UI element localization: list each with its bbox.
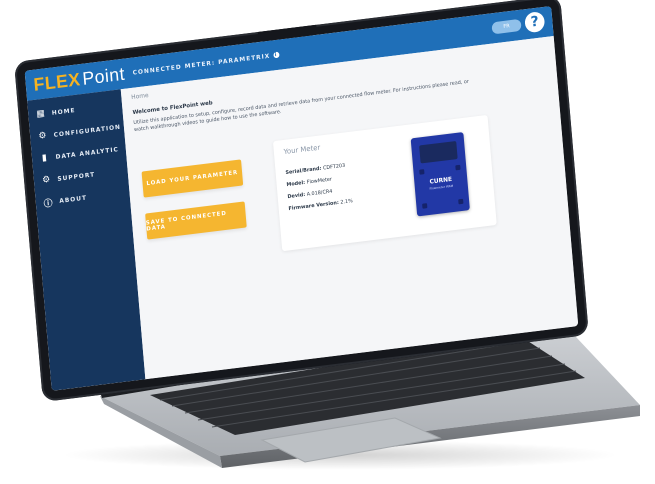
language-toggle[interactable]: FR bbox=[491, 18, 522, 35]
meter-firmware-value: 2.1% bbox=[340, 198, 354, 206]
logo-point-text: Point bbox=[81, 63, 126, 89]
sidebar-item-label: CONFIGURATION bbox=[53, 123, 122, 139]
laptop-lid: FLEXPoint CONNECTED METER: PARAMETRIX i … bbox=[14, 0, 589, 403]
breadcrumb[interactable]: Home bbox=[131, 92, 149, 101]
sidebar-item-label: ABOUT bbox=[59, 194, 88, 205]
home-icon: ▦ bbox=[36, 108, 47, 120]
save-connected-data-button[interactable]: SAVE TO CONNECTED DATA bbox=[145, 201, 247, 240]
app-window: FLEXPoint CONNECTED METER: PARAMETRIX i … bbox=[24, 6, 579, 391]
load-parameter-button[interactable]: LOAD YOUR PARAMETER bbox=[141, 159, 244, 198]
meter-model-label: Model: bbox=[286, 179, 306, 189]
meter-devid-label: Devid: bbox=[287, 191, 306, 201]
sidebar-item-label: HOME bbox=[51, 106, 76, 117]
help-icon[interactable]: ? bbox=[524, 10, 546, 34]
meter-devid: Devid: A.018/CR4 bbox=[287, 189, 332, 201]
meter-serial-value: CDFT203 bbox=[322, 162, 346, 172]
device-display bbox=[419, 140, 458, 164]
sidebar-item-label: DATA ANALYTIC bbox=[55, 145, 120, 161]
meter-model-value: FlowMeter bbox=[306, 176, 333, 186]
support-icon: ⚙ bbox=[41, 174, 52, 186]
meter-serial: Serial/Brand: CDFT203 bbox=[285, 163, 345, 176]
meter-devid-value: A.018/CR4 bbox=[306, 188, 333, 198]
chart-icon: ▮ bbox=[41, 152, 49, 164]
meter-firmware: Firmware Version: 2.1% bbox=[288, 198, 353, 212]
meter-device-image: CURNE Flowmeter WAM bbox=[410, 132, 470, 217]
meter-card-title: Your Meter bbox=[283, 143, 321, 157]
main-content: Home Welcome to FlexPoint web Utilize th… bbox=[120, 36, 579, 380]
gear-icon: ⚙ bbox=[38, 130, 48, 142]
laptop-scene: FLEXPoint CONNECTED METER: PARAMETRIX i … bbox=[0, 0, 655, 484]
logo-flex-text: FLEX bbox=[32, 68, 82, 95]
meter-model: Model: FlowMeter bbox=[286, 176, 332, 188]
meter-serial-label: Serial/Brand: bbox=[285, 165, 322, 177]
info-icon[interactable]: i bbox=[272, 51, 280, 59]
info-icon: ⓘ bbox=[43, 198, 55, 210]
meter-card: Your Meter Serial/Brand: CDFT203 Model: … bbox=[272, 114, 497, 252]
meter-firmware-label: Firmware Version: bbox=[288, 199, 340, 213]
sidebar-item-label: SUPPORT bbox=[57, 170, 96, 183]
